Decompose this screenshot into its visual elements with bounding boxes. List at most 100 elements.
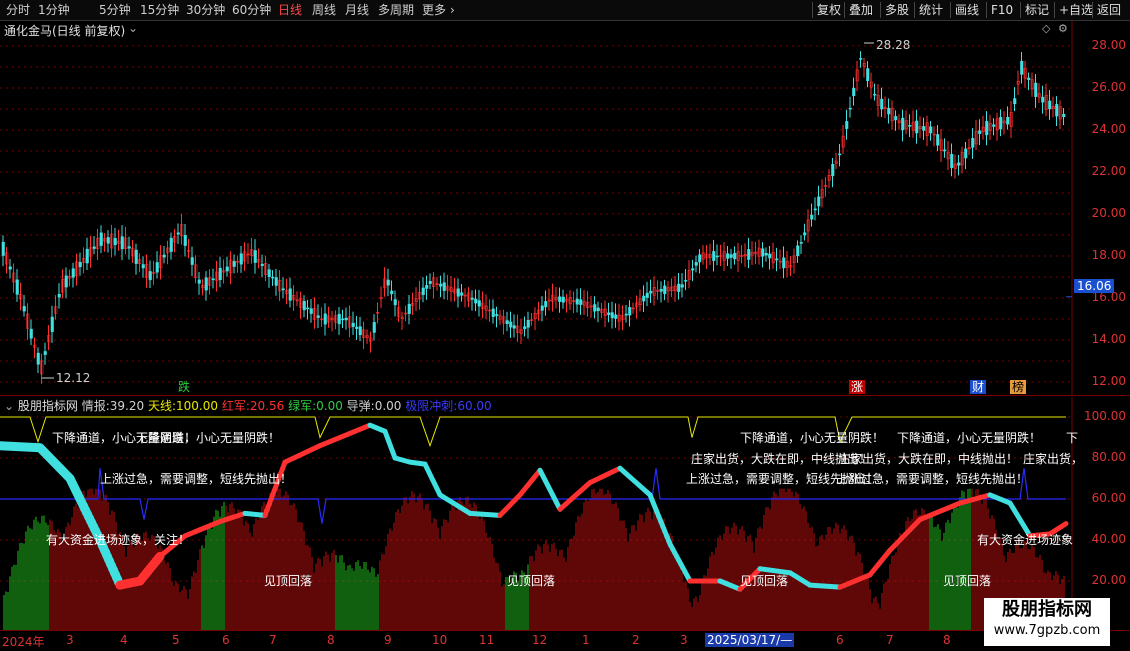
- candle-body: [141, 264, 145, 269]
- diamond-icon[interactable]: ◇: [1042, 22, 1050, 35]
- candle-body: [813, 208, 817, 211]
- candle-body: [859, 58, 863, 60]
- period-tab-multi[interactable]: 多周期: [378, 2, 414, 18]
- period-tab-30min[interactable]: 30分钟: [186, 2, 225, 18]
- indicator-chart[interactable]: ⌄ 股朋指标网 情报:39.20 天线:100.00 红军:20.56 绿军:0…: [0, 397, 1130, 630]
- period-tab-daily[interactable]: 日线: [278, 2, 302, 18]
- annotation-distribution: 庄家出货，大跌在即，中线抛出！: [838, 452, 1019, 466]
- period-tab-weekly[interactable]: 周线: [312, 2, 336, 18]
- chevron-down-icon[interactable]: ⌄: [128, 21, 138, 35]
- f10-button[interactable]: F10: [986, 2, 1013, 18]
- signal-tag-zhang[interactable]: 涨: [849, 380, 866, 394]
- candle-body: [908, 125, 912, 127]
- candle-body: [183, 235, 187, 246]
- candle-body: [470, 297, 474, 300]
- candle-body: [677, 283, 681, 292]
- intelligence-line: [342, 422, 373, 438]
- pane-divider[interactable]: [0, 395, 1130, 396]
- statistics-button[interactable]: 统计: [914, 2, 943, 18]
- candle-body: [337, 313, 341, 325]
- candle-body: [1, 241, 5, 256]
- price-axis-tick: 14.00: [1091, 332, 1126, 346]
- price-chart[interactable]: 通化金马(日线 前复权) ⌄ ◇ ⚙ 28.00 26.00 24.00 22.…: [0, 21, 1130, 395]
- candle-body: [628, 307, 632, 316]
- candle-body: [309, 308, 313, 314]
- candle-body: [1034, 82, 1038, 97]
- candle-body: [155, 262, 159, 273]
- date-label: 7: [269, 633, 277, 647]
- period-tab-5min[interactable]: 5分钟: [99, 2, 131, 18]
- overlay-button[interactable]: 叠加: [844, 2, 873, 18]
- period-tab-15min[interactable]: 15分钟: [140, 2, 179, 18]
- date-label: 7: [886, 633, 894, 647]
- candle-body: [71, 268, 75, 278]
- candle-body: [698, 254, 702, 263]
- draw-line-button[interactable]: 画线: [950, 2, 979, 18]
- candle-body: [985, 120, 989, 136]
- intelligence-line: [35, 443, 75, 483]
- candle-body: [274, 277, 278, 286]
- annotation-top-fall: 见顶回落: [943, 574, 992, 588]
- signal-tag-bang[interactable]: 榜: [1010, 380, 1027, 394]
- multi-stock-button[interactable]: 多股: [880, 2, 909, 18]
- indicator-axis-tick: 100.00: [1084, 409, 1126, 423]
- settings-icon[interactable]: ⚙: [1058, 22, 1068, 35]
- intelligence-line: [867, 547, 893, 578]
- period-tab-more[interactable]: 更多: [422, 2, 446, 18]
- candle-body: [894, 116, 898, 121]
- candle-body: [873, 93, 877, 96]
- candle-body: [610, 312, 614, 319]
- date-label: 4: [120, 633, 128, 647]
- signal-tag-cai[interactable]: 财: [970, 380, 987, 394]
- candle-body: [341, 318, 345, 321]
- candle-body: [922, 126, 926, 131]
- annotation-overheat: 上涨过急，需要调整，短线先抛出！: [100, 472, 293, 486]
- period-tab-monthly[interactable]: 月线: [345, 2, 369, 18]
- candle-body: [439, 283, 443, 287]
- indicator-item-label: 天线:: [147, 399, 177, 413]
- candle-body: [964, 148, 968, 159]
- candle-body: [36, 352, 40, 365]
- candle-body: [344, 317, 348, 321]
- candle-body: [78, 262, 82, 268]
- candle-body: [747, 249, 751, 260]
- candle-body: [712, 251, 716, 261]
- candle-body: [169, 237, 173, 252]
- candle-body: [523, 326, 527, 330]
- candle-body: [887, 107, 891, 115]
- current-price-badge: 16.06: [1074, 279, 1115, 293]
- intelligence-line: [587, 465, 623, 486]
- candle-body: [607, 312, 611, 316]
- back-button[interactable]: 返回: [1092, 2, 1121, 18]
- add-watchlist-button[interactable]: +自选: [1054, 2, 1093, 18]
- candle-body: [267, 269, 271, 277]
- period-tab-1min[interactable]: 1分钟: [38, 2, 70, 18]
- watermark-url: www.7gpzb.com: [993, 623, 1101, 638]
- candle-body: [204, 277, 208, 291]
- price-axis-tick: 28.00: [1091, 38, 1126, 52]
- mark-button[interactable]: 标记: [1020, 2, 1049, 18]
- candle-body: [694, 262, 698, 266]
- indicator-item-value: 39.20: [109, 399, 145, 413]
- chevron-down-icon[interactable]: ⌄: [4, 399, 14, 413]
- date-label: 6: [836, 633, 844, 647]
- price-axis-tick: 22.00: [1091, 164, 1126, 178]
- candle-body: [957, 162, 961, 166]
- candle-body: [1027, 77, 1031, 80]
- candle-body: [915, 120, 919, 134]
- annotation-overheat: 上涨过急，需要调整，短线先抛出！: [836, 472, 1029, 486]
- chevron-right-icon[interactable]: ›: [450, 2, 455, 18]
- date-label: 6: [222, 633, 230, 647]
- date-label: 3: [680, 633, 688, 647]
- candle-body: [316, 315, 320, 318]
- period-tab-fenshi[interactable]: 分时: [6, 2, 30, 18]
- candle-body: [85, 248, 89, 264]
- candle-body: [624, 313, 628, 316]
- fuquan-button[interactable]: 复权: [812, 2, 841, 18]
- candle-body: [1055, 104, 1059, 117]
- signal-tag-die[interactable]: 跌: [176, 380, 192, 394]
- period-tab-60min[interactable]: 60分钟: [232, 2, 271, 18]
- candle-body: [1013, 98, 1017, 105]
- candle-body: [190, 257, 194, 265]
- candle-body: [211, 278, 215, 281]
